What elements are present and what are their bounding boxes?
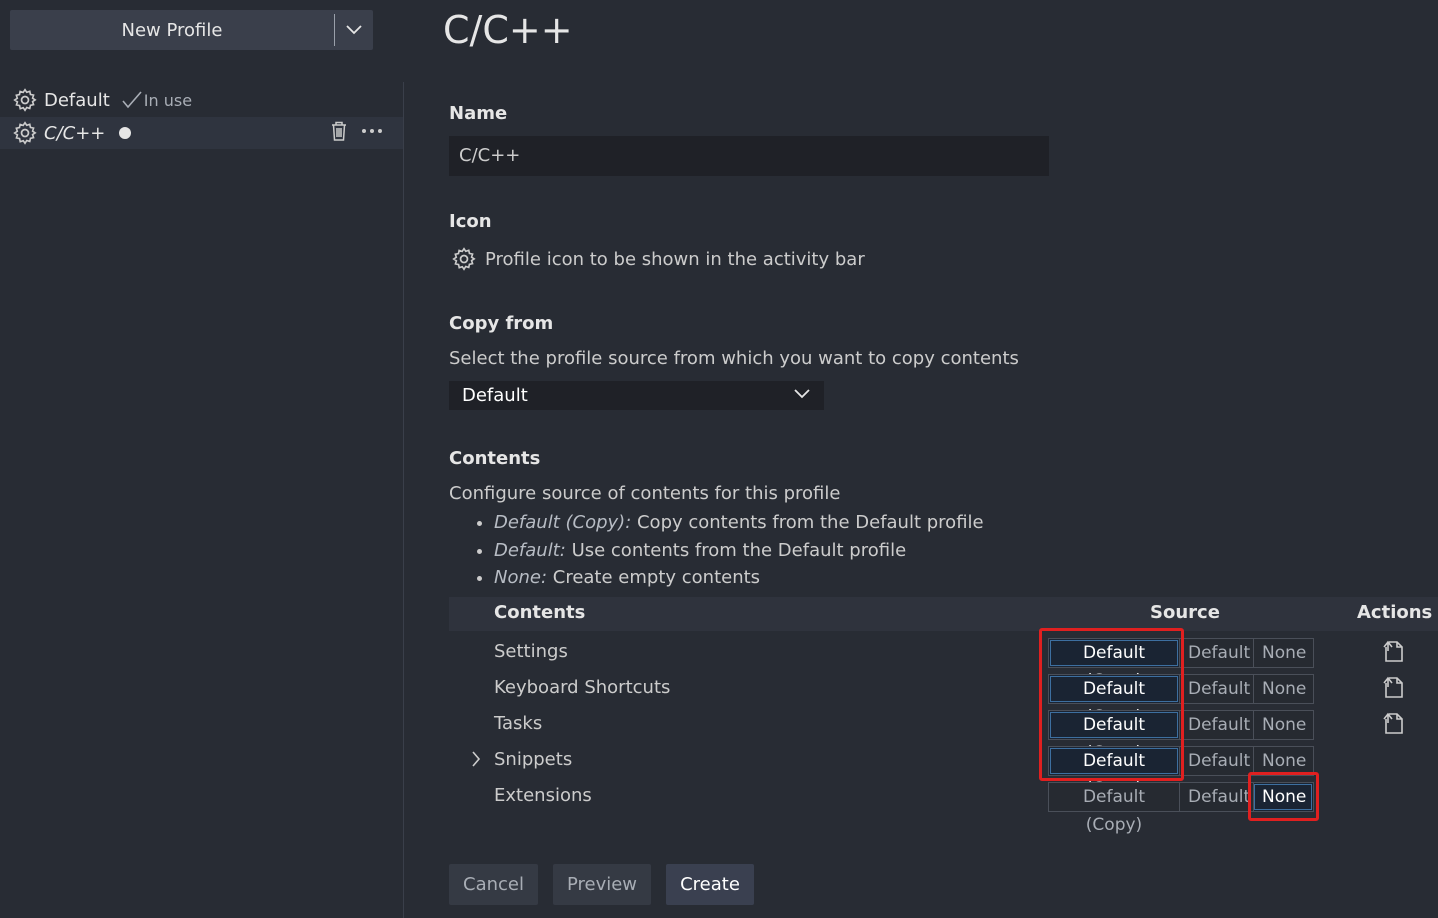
unsaved-dot-icon <box>119 127 132 139</box>
option-default[interactable]: Default <box>1179 639 1253 667</box>
contents-legend: Default (Copy): Copy contents from the D… <box>449 509 984 592</box>
legend-text: Create empty contents <box>547 567 761 588</box>
open-file-icon[interactable] <box>1381 638 1407 668</box>
legend-item: Default (Copy): Copy contents from the D… <box>494 509 984 537</box>
copy-from-select[interactable]: Default <box>449 381 824 410</box>
contents-table-header: Contents Source Actions <box>449 597 1438 631</box>
option-none[interactable]: None <box>1253 747 1313 775</box>
sidebar-divider <box>403 82 404 918</box>
highlight-default-copy <box>1039 628 1184 781</box>
highlight-none <box>1248 772 1319 821</box>
new-profile-label: New Profile <box>121 19 223 41</box>
option-none[interactable]: None <box>1253 639 1313 667</box>
profile-item-default[interactable]: Default In use <box>0 84 403 116</box>
profile-name: C/C++ <box>44 122 106 144</box>
table-row: TasksDefault (Copy)DefaultNone <box>449 706 1438 763</box>
gear-icon <box>13 88 37 112</box>
chevron-down-icon[interactable] <box>335 10 373 50</box>
legend-item: Default: Use contents from the Default p… <box>494 537 984 565</box>
column-source: Source <box>1150 602 1220 623</box>
chevron-down-icon <box>794 389 810 399</box>
profile-actions <box>329 120 383 142</box>
name-input[interactable]: C/C++ <box>449 136 1049 176</box>
name-heading: Name <box>449 103 508 124</box>
open-file-icon[interactable] <box>1381 710 1407 740</box>
gear-icon <box>13 121 37 145</box>
check-icon <box>122 91 142 109</box>
row-label: Keyboard Shortcuts <box>494 677 671 698</box>
copy-from-description: Select the profile source from which you… <box>449 348 1019 369</box>
icon-heading: Icon <box>449 211 492 232</box>
icon-row: Profile icon to be shown in the activity… <box>451 246 865 272</box>
profile-editor: C/C++ Name C/C++ Icon Profile icon to be… <box>443 0 1438 918</box>
row-label: Snippets <box>494 749 573 770</box>
copy-from-heading: Copy from <box>449 313 554 334</box>
profiles-sidebar: New Profile Default In use C/C++ <box>0 0 403 918</box>
legend-term: None: <box>494 567 548 588</box>
new-profile-button[interactable]: New Profile <box>10 10 373 50</box>
legend-item: None: Create empty contents <box>494 564 984 592</box>
option-default[interactable]: Default <box>1179 783 1253 811</box>
cancel-button[interactable]: Cancel <box>449 864 538 905</box>
more-icon[interactable] <box>361 128 383 134</box>
column-actions: Actions <box>1357 602 1433 623</box>
open-file-icon[interactable] <box>1381 674 1407 704</box>
option-default-copy[interactable]: Default (Copy) <box>1049 783 1179 835</box>
option-default[interactable]: Default <box>1179 711 1253 739</box>
option-none[interactable]: None <box>1253 711 1313 739</box>
gear-icon[interactable] <box>451 246 477 272</box>
copy-from-selected: Default <box>462 385 528 406</box>
profile-item-cpp[interactable]: C/C++ <box>0 117 403 149</box>
table-row: Keyboard ShortcutsDefault (Copy)DefaultN… <box>449 670 1438 727</box>
legend-text: Use contents from the Default profile <box>565 539 907 561</box>
contents-description: Configure source of contents for this pr… <box>449 483 841 504</box>
in-use-label: In use <box>143 90 193 110</box>
page-title: C/C++ <box>443 8 573 52</box>
table-row: SettingsDefault (Copy)DefaultNone <box>449 634 1438 691</box>
legend-text: Copy contents from the Default profile <box>631 512 984 533</box>
option-default[interactable]: Default <box>1179 747 1253 775</box>
option-default[interactable]: Default <box>1179 675 1253 703</box>
row-label: Tasks <box>494 713 543 734</box>
profile-name: Default <box>44 89 110 111</box>
legend-term: Default: <box>494 539 566 561</box>
row-label: Extensions <box>494 785 592 806</box>
chevron-right-icon[interactable] <box>471 751 481 771</box>
in-use-status: In use <box>122 91 192 110</box>
icon-description: Profile icon to be shown in the activity… <box>485 248 865 270</box>
trash-icon[interactable] <box>329 120 349 142</box>
legend-term: Default (Copy): <box>494 512 632 533</box>
column-contents: Contents <box>494 602 586 623</box>
option-none[interactable]: None <box>1253 675 1313 703</box>
contents-heading: Contents <box>449 448 541 469</box>
create-button[interactable]: Create <box>666 864 754 905</box>
preview-button[interactable]: Preview <box>553 864 651 905</box>
row-label: Settings <box>494 641 568 662</box>
